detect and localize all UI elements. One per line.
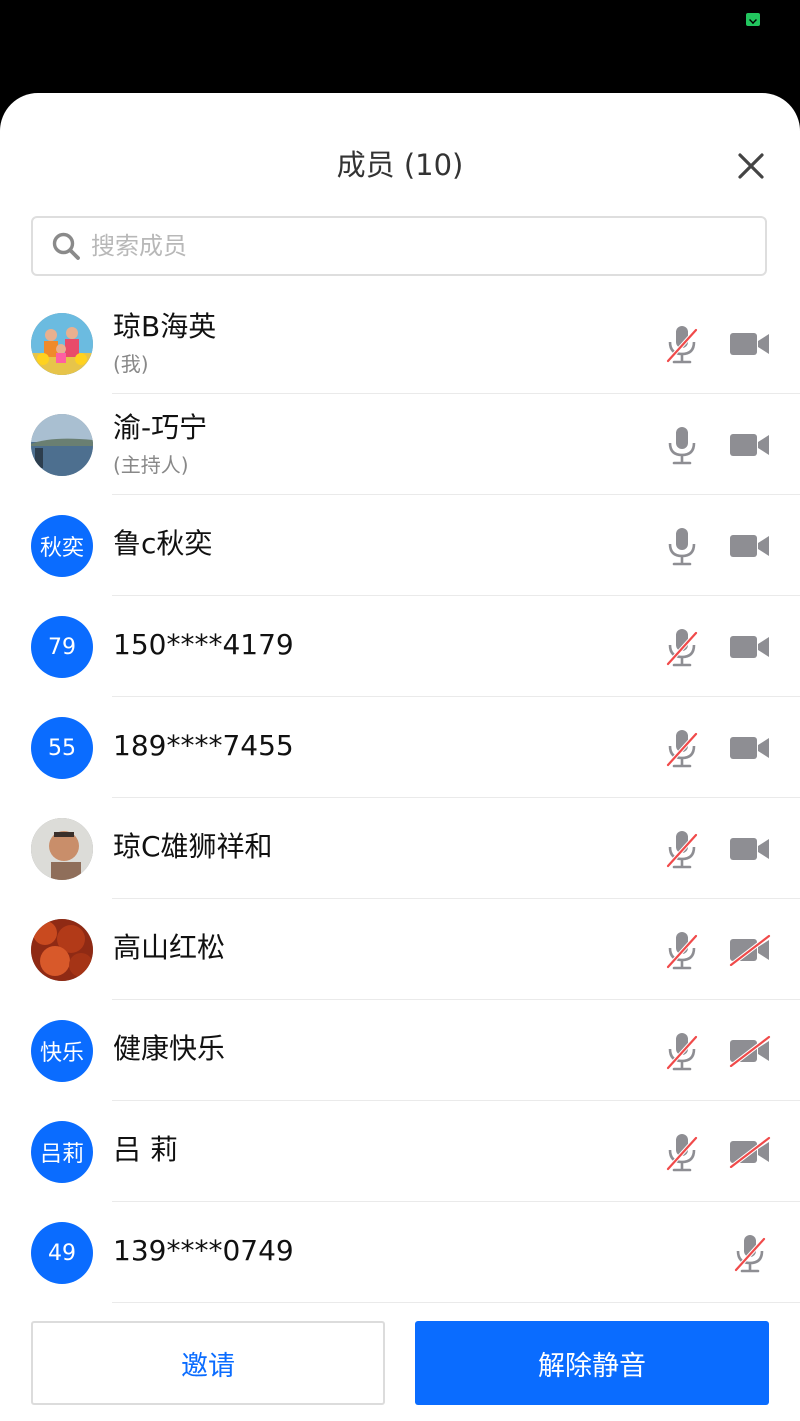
mic-toggle[interactable] — [662, 930, 702, 970]
member-row[interactable]: 渝-巧宁 (主持人) — [0, 394, 800, 495]
mic-muted-icon — [666, 730, 698, 768]
mic-toggle[interactable] — [662, 829, 702, 869]
camera-toggle[interactable] — [729, 934, 771, 966]
avatar: 49 — [31, 1222, 93, 1284]
member-name: 150****4179 — [113, 628, 294, 661]
camera-toggle[interactable] — [729, 732, 771, 764]
status-indicator — [746, 13, 760, 26]
page-title: 成员 (10) — [336, 148, 464, 182]
mic-icon — [668, 528, 696, 566]
member-row[interactable]: 49 139****0749 — [0, 1202, 800, 1303]
mic-muted-icon — [734, 1235, 766, 1273]
member-name: 高山红松 — [113, 931, 226, 964]
camera-toggle[interactable] — [729, 1136, 771, 1168]
member-row[interactable]: 琼B海英 (我) — [0, 293, 800, 394]
camera-icon — [730, 535, 769, 557]
camera-toggle[interactable] — [729, 429, 771, 461]
avatar — [31, 313, 93, 375]
member-name: 鲁c秋奕 — [113, 527, 213, 560]
camera-icon — [730, 333, 769, 355]
search-icon — [52, 232, 80, 260]
camera-icon — [730, 636, 769, 658]
mic-muted-icon — [666, 831, 698, 869]
member-row[interactable]: 快乐 健康快乐 — [0, 1000, 800, 1101]
camera-off-icon — [729, 1035, 771, 1067]
camera-toggle[interactable] — [729, 631, 771, 663]
avatar: 秋奕 — [31, 515, 93, 577]
avatar: 55 — [31, 717, 93, 779]
member-row[interactable]: 吕莉 吕 莉 — [0, 1101, 800, 1202]
camera-toggle[interactable] — [729, 833, 771, 865]
mic-muted-icon — [666, 1033, 698, 1071]
close-icon — [738, 153, 764, 179]
avatar-initials: 55 — [48, 735, 76, 761]
avatar — [31, 919, 93, 981]
members-sheet: 成员 (10) 琼B海英 (我) 渝-巧宁 (主持人) 秋奕 鲁c秋奕 — [0, 93, 800, 1421]
mic-toggle[interactable] — [662, 728, 702, 768]
mic-toggle[interactable] — [662, 1132, 702, 1172]
member-role: (主持人) — [113, 453, 189, 477]
avatar-initials: 49 — [48, 1240, 76, 1266]
camera-toggle[interactable] — [729, 328, 771, 360]
member-name: 139****0749 — [113, 1234, 294, 1267]
mic-toggle[interactable] — [662, 526, 702, 566]
close-button[interactable] — [734, 149, 768, 183]
mic-toggle[interactable] — [662, 425, 702, 465]
member-row[interactable]: 琼C雄狮祥和 — [0, 798, 800, 899]
mic-muted-icon — [666, 1134, 698, 1172]
mic-toggle[interactable] — [662, 627, 702, 667]
mic-toggle[interactable] — [662, 324, 702, 364]
mic-icon — [668, 427, 696, 465]
avatar: 79 — [31, 616, 93, 678]
avatar-initials: 秋奕 — [39, 536, 84, 561]
member-list: 琼B海英 (我) 渝-巧宁 (主持人) 秋奕 鲁c秋奕 79 150****4179 — [0, 293, 800, 1303]
mic-muted-icon — [666, 629, 698, 667]
avatar: 快乐 — [31, 1020, 93, 1082]
camera-icon — [730, 838, 769, 860]
mic-toggle[interactable] — [662, 1031, 702, 1071]
search-input[interactable] — [91, 232, 765, 260]
camera-icon — [730, 434, 769, 456]
camera-off-icon — [729, 934, 771, 966]
camera-icon — [730, 737, 769, 759]
camera-toggle[interactable] — [729, 1035, 771, 1067]
avatar-initials: 79 — [48, 634, 76, 660]
avatar — [31, 414, 93, 476]
member-name: 渝-巧宁 — [113, 411, 208, 444]
member-name: 吕 莉 — [113, 1133, 178, 1166]
member-name: 189****7455 — [113, 729, 294, 762]
mic-muted-icon — [666, 932, 698, 970]
member-row[interactable]: 55 189****7455 — [0, 697, 800, 798]
member-row[interactable]: 高山红松 — [0, 899, 800, 1000]
mic-toggle[interactable] — [730, 1233, 770, 1273]
unmute-button[interactable]: 解除静音 — [415, 1321, 769, 1405]
member-name: 健康快乐 — [113, 1032, 226, 1065]
mic-muted-icon — [666, 326, 698, 364]
member-row[interactable]: 79 150****4179 — [0, 596, 800, 697]
invite-button[interactable]: 邀请 — [31, 1321, 385, 1405]
camera-toggle[interactable] — [729, 530, 771, 562]
search-box[interactable] — [31, 216, 767, 276]
avatar-initials: 吕莉 — [39, 1142, 84, 1167]
member-name: 琼B海英 — [113, 310, 217, 343]
member-name: 琼C雄狮祥和 — [113, 830, 273, 863]
avatar — [31, 818, 93, 880]
footer-bar: 邀请 解除静音 — [0, 1320, 800, 1421]
avatar-initials: 快乐 — [39, 1041, 84, 1066]
member-role: (我) — [113, 352, 149, 376]
member-row[interactable]: 秋奕 鲁c秋奕 — [0, 495, 800, 596]
camera-off-icon — [729, 1136, 771, 1168]
avatar: 吕莉 — [31, 1121, 93, 1183]
